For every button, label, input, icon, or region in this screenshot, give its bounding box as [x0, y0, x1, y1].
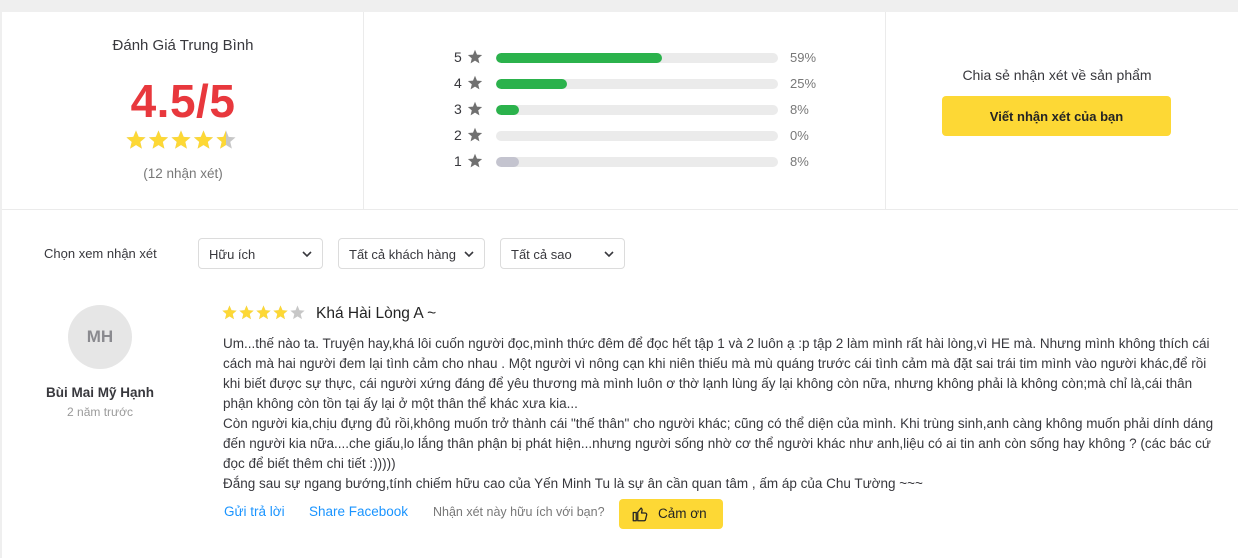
rating-summary: Đánh Giá Trung Bình 4.5/5 (12 nhận xét) …	[2, 12, 1238, 210]
rating-row-star-count: 3	[454, 101, 462, 117]
rating-bar-track	[496, 53, 778, 63]
star-icon	[467, 75, 483, 90]
avatar: MH	[68, 305, 132, 369]
reviewer-name: Bùi Mai Mỹ Hạnh	[45, 385, 154, 400]
average-stars	[126, 130, 236, 149]
rating-bar-track	[496, 157, 778, 167]
reviews-panel: Đánh Giá Trung Bình 4.5/5 (12 nhận xét) …	[2, 12, 1238, 558]
star-icon	[148, 130, 169, 149]
star-icon	[467, 101, 483, 116]
star-icon	[222, 305, 237, 320]
review-actions: Gửi trả lời Share Facebook Nhận xét này …	[223, 499, 743, 529]
rating-row-4: 4 25%	[454, 75, 834, 91]
star-filter-value: Tất cả sao	[511, 247, 572, 262]
average-rating-title: Đánh Giá Trung Bình	[112, 37, 254, 54]
chevron-down-icon	[604, 251, 614, 258]
share-review-block: Chia sẻ nhận xét về sản phẩm Viết nhận x…	[887, 12, 1238, 210]
share-facebook-link[interactable]: Share Facebook	[309, 504, 408, 519]
reply-link[interactable]: Gửi trả lời	[224, 504, 285, 519]
average-score: 4.5/5	[130, 75, 236, 127]
thanks-label: Cảm ơn	[658, 506, 707, 521]
customer-filter-value: Tất cả khách hàng	[349, 247, 456, 262]
chevron-down-icon	[464, 251, 474, 258]
share-review-text: Chia sẻ nhận xét về sản phẩm	[962, 67, 1152, 83]
rating-row-star-count: 5	[454, 49, 462, 65]
rating-row-percent: 8%	[790, 102, 809, 117]
review-count: (12 nhận xét)	[143, 166, 223, 181]
rating-row-star-count: 1	[454, 153, 462, 169]
review-time: 2 năm trước	[67, 405, 133, 419]
rating-row-star-count: 2	[454, 127, 462, 143]
filter-label: Chọn xem nhận xét	[44, 246, 157, 261]
rating-bar-track	[496, 131, 778, 141]
star-icon	[256, 305, 271, 320]
review-paragraph: Um...thế nào ta. Truyện hay,khá lôi cuốn…	[223, 336, 1210, 411]
star-icon	[239, 305, 254, 320]
rating-row-percent: 59%	[790, 50, 817, 65]
rating-row-3: 3 8%	[454, 101, 834, 117]
star-icon	[216, 130, 236, 149]
star-icon	[193, 130, 214, 149]
chevron-down-icon	[302, 251, 312, 258]
rating-row-5: 5 59%	[454, 49, 834, 65]
average-rating-block: Đánh Giá Trung Bình 4.5/5 (12 nhận xét)	[2, 12, 364, 210]
thumbs-up-icon	[632, 507, 648, 522]
rating-row-star-count: 4	[454, 75, 462, 91]
star-icon	[171, 130, 191, 149]
helpful-question: Nhận xét này hữu ích với bạn?	[433, 505, 605, 519]
rating-row-1: 1 8%	[454, 153, 834, 169]
rating-bar-fill	[496, 79, 567, 89]
review-title: Khá Hài Lòng A ~	[316, 305, 437, 322]
rating-distribution: 5 59% 4 25% 3 8% 2 0% 1 8%	[364, 12, 886, 210]
star-icon	[467, 49, 483, 64]
customer-filter-select[interactable]: Tất cả khách hàng	[338, 238, 485, 269]
rating-bar-fill	[496, 105, 519, 115]
rating-bar-fill	[496, 157, 519, 167]
star-icon	[290, 305, 305, 320]
review-paragraph: Đắng sau sự ngang bướng,tính chiếm hữu c…	[223, 476, 923, 491]
star-icon	[467, 127, 483, 142]
thanks-button[interactable]: Cảm ơn	[619, 499, 723, 529]
sort-select[interactable]: Hữu ích	[198, 238, 323, 269]
star-icon	[126, 130, 146, 149]
star-filter-select[interactable]: Tất cả sao	[500, 238, 625, 269]
rating-row-percent: 8%	[790, 154, 809, 169]
rating-bar-track	[496, 105, 778, 115]
star-icon	[467, 153, 483, 168]
rating-row-percent: 25%	[790, 76, 817, 91]
rating-bar-track	[496, 79, 778, 89]
rating-row-2: 2 0%	[454, 127, 834, 143]
star-icon	[273, 305, 288, 320]
rating-row-percent: 0%	[790, 128, 809, 143]
rating-bar-fill	[496, 53, 663, 63]
review-stars	[222, 305, 305, 320]
sort-select-value: Hữu ích	[209, 247, 256, 262]
review-body: Um...thế nào ta. Truyện hay,khá lôi cuốn…	[223, 334, 1223, 494]
write-review-button[interactable]: Viết nhận xét của bạn	[942, 96, 1171, 136]
review-paragraph: Còn người kia,chịu đựng đủ rồi,không muố…	[223, 416, 1214, 471]
